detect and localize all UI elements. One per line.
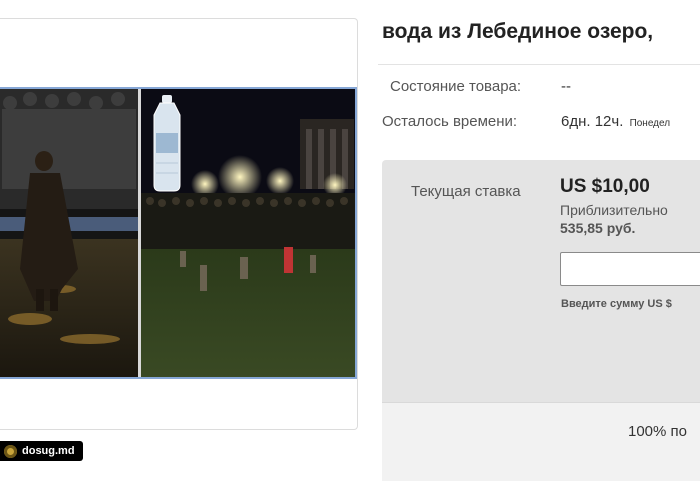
condition-value: -- xyxy=(561,78,571,95)
time-left-end-day: Понедел xyxy=(629,118,671,129)
condition-label: Состояние товара: xyxy=(390,78,522,95)
water-bottle-graphic xyxy=(153,95,181,192)
current-bid-price: US $10,00 xyxy=(560,176,650,197)
photo-collage-graphic xyxy=(0,89,355,377)
item-title: вода из Лебединое озеро, xyxy=(382,20,654,43)
approx-label: Приблизительно xyxy=(560,202,668,218)
current-bid-label: Текущая ставка xyxy=(411,183,521,200)
watermark-text: dosug.md xyxy=(22,445,75,457)
seller-info-panel: 100% по xyxy=(382,402,700,481)
bid-amount-input[interactable] xyxy=(560,252,700,286)
watermark-logo-icon xyxy=(4,444,17,458)
site-watermark: dosug.md xyxy=(0,441,83,461)
time-left-value: 6дн. 12ч. Понедел xyxy=(561,113,670,130)
time-left-label: Осталось времени: xyxy=(382,113,518,130)
item-photo-card xyxy=(0,18,358,430)
title-divider xyxy=(378,64,700,65)
time-left-amount: 6дн. 12ч. xyxy=(561,113,624,130)
seller-feedback[interactable]: 100% по xyxy=(628,423,687,440)
approx-value-rub: 535,85 руб. xyxy=(560,220,636,236)
bid-amount-hint: Введите сумму US $ xyxy=(561,298,672,310)
item-photo[interactable] xyxy=(0,87,357,379)
bid-panel: Текущая ставка US $10,00 Приблизительно … xyxy=(382,160,700,481)
